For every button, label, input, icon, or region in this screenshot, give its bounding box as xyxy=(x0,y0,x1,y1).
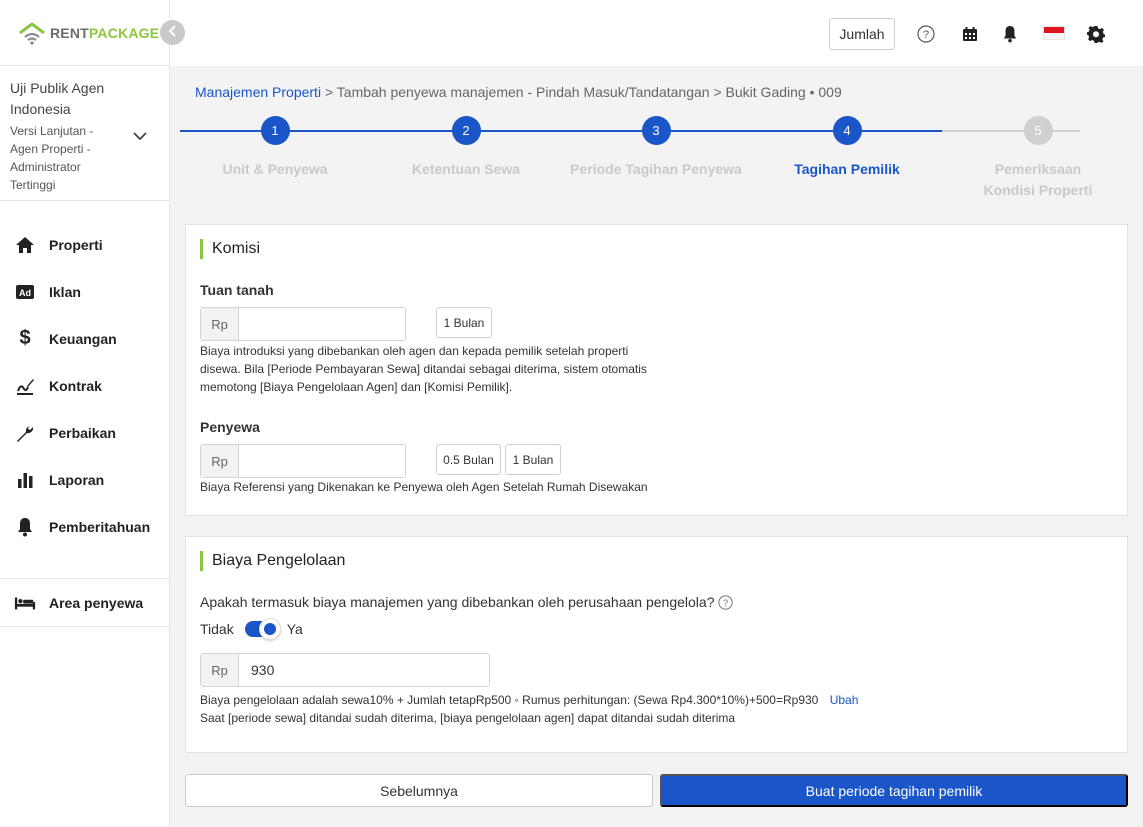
step-unit-penyewa[interactable]: 1 Unit & Penyewa xyxy=(180,116,370,180)
help-icon[interactable]: ? xyxy=(718,594,734,610)
breadcrumb-separator: > xyxy=(713,84,722,100)
landlord-1-bulan-button[interactable]: 1 Bulan xyxy=(436,307,492,338)
landlord-help-text: Biaya introduksi yang dibebankan oleh ag… xyxy=(200,344,647,394)
step-ketentuan-sewa[interactable]: 2 Ketentuan Sewa xyxy=(371,116,561,180)
management-fee-formula-line: Biaya pengelolaan adalah sewa10% + Jumla… xyxy=(200,691,1100,709)
commission-title: Komisi xyxy=(200,239,260,259)
currency-prefix: Rp xyxy=(201,445,239,477)
management-fee-question: Apakah termasuk biaya manajemen yang dib… xyxy=(200,594,734,610)
nav-item-laporan[interactable]: Laporan xyxy=(0,456,169,503)
contract-sign-icon xyxy=(14,376,36,396)
management-fee-formula: Biaya pengelolaan adalah sewa10% + Jumla… xyxy=(200,693,819,707)
breadcrumb-current: Bukit Gading • 009 xyxy=(725,84,842,100)
tenant-help-text: Biaya Referensi yang Dikenakan ke Penyew… xyxy=(200,480,648,494)
sidebar: RENTPACKAGE Uji Publik Agen Indonesia Ve… xyxy=(0,0,170,827)
main-nav: Properti Ad Iklan $ Keuangan Kontrak Per… xyxy=(0,201,169,627)
brand-name: RENTPACKAGE xyxy=(50,24,160,41)
breadcrumb-separator: > xyxy=(324,84,334,100)
logo[interactable]: RENTPACKAGE xyxy=(0,0,169,66)
toggle-on-label: Ya xyxy=(286,621,303,637)
sidebar-collapse-button[interactable] xyxy=(160,20,185,45)
tenant-commission-value xyxy=(239,445,251,477)
tenant-commission-input[interactable]: Rp xyxy=(200,444,406,478)
tenant-1-bulan-button[interactable]: 1 Bulan xyxy=(505,444,561,475)
chevron-down-icon[interactable] xyxy=(133,128,147,146)
ad-icon: Ad xyxy=(14,282,36,302)
wrench-icon xyxy=(14,423,36,443)
indonesia-flag-icon[interactable] xyxy=(1043,26,1065,40)
step-periode-tagihan-penyewa[interactable]: 3 Periode Tagihan Penyewa xyxy=(561,116,751,180)
help-icon[interactable]: ? xyxy=(916,24,936,44)
chevron-left-icon xyxy=(168,24,178,42)
bell-icon[interactable] xyxy=(1000,24,1020,44)
change-formula-link[interactable]: Ubah xyxy=(830,693,859,707)
house-icon xyxy=(14,235,36,255)
nav-item-perbaikan[interactable]: Perbaikan xyxy=(0,409,169,456)
breadcrumb: Manajemen Properti > Tambah penyewa mana… xyxy=(195,84,842,100)
user-role: Versi Lanjutan - Agen Properti - Adminis… xyxy=(10,124,94,192)
management-fee-title: Biaya Pengelolaan xyxy=(200,551,345,571)
nav-item-kontrak[interactable]: Kontrak xyxy=(0,362,169,409)
nav-item-area-penyewa[interactable]: Area penyewa xyxy=(0,579,169,627)
bed-icon xyxy=(14,593,36,613)
user-name: Uji Publik Agen Indonesia xyxy=(10,80,105,117)
progress-stepper: 1 Unit & Penyewa 2 Ketentuan Sewa 3 Peri… xyxy=(180,116,1092,206)
management-fee-toggle-row: Tidak Ya xyxy=(200,618,303,640)
tenant-label: Penyewa xyxy=(200,419,260,435)
currency-prefix: Rp xyxy=(201,308,239,340)
commission-card: Komisi Tuan tanah Rp 1 Bulan Biaya intro… xyxy=(185,224,1128,516)
previous-button[interactable]: Sebelumnya xyxy=(185,774,653,807)
nav-item-keuangan[interactable]: $ Keuangan xyxy=(0,315,169,362)
nav-item-pemberitahuan[interactable]: Pemberitahuan xyxy=(0,503,169,550)
dollar-icon: $ xyxy=(19,327,31,349)
svg-text:Ad: Ad xyxy=(19,288,31,298)
calendar-icon[interactable] xyxy=(960,24,980,44)
landlord-label: Tuan tanah xyxy=(200,282,274,298)
nav-item-iklan[interactable]: Ad Iklan xyxy=(0,268,169,315)
nav-item-properti[interactable]: Properti xyxy=(0,221,169,268)
step-tagihan-pemilik[interactable]: 4 Tagihan Pemilik xyxy=(752,116,942,180)
tenant-0-5-bulan-button[interactable]: 0.5 Bulan xyxy=(436,444,501,475)
management-fee-toggle[interactable] xyxy=(244,618,281,640)
currency-prefix: Rp xyxy=(201,654,239,686)
top-bar: Jumlah ? xyxy=(170,0,1143,66)
wifi-house-logo-icon xyxy=(18,21,46,45)
management-fee-note: Saat [periode sewa] ditandai sudah diter… xyxy=(200,711,736,725)
svg-text:?: ? xyxy=(723,597,728,607)
management-fee-card: Biaya Pengelolaan Apakah termasuk biaya … xyxy=(185,536,1128,753)
management-fee-value: 930 xyxy=(251,662,275,678)
jumlah-button[interactable]: Jumlah xyxy=(829,18,895,50)
bar-chart-icon xyxy=(14,470,36,490)
create-owner-billing-button[interactable]: Buat periode tagihan pemilik xyxy=(660,774,1128,807)
toggle-off-label: Tidak xyxy=(200,621,234,637)
step-pemeriksaan-kondisi-properti[interactable]: 5 Pemeriksaan Kondisi Properti xyxy=(943,116,1133,201)
management-fee-input[interactable]: Rp 930 xyxy=(200,653,490,687)
landlord-commission-value xyxy=(239,308,251,340)
user-switcher[interactable]: Uji Publik Agen Indonesia Versi Lanjutan… xyxy=(0,66,169,201)
breadcrumb-middle: Tambah penyewa manajemen - Pindah Masuk/… xyxy=(336,84,710,100)
toggle-knob xyxy=(258,618,281,640)
gear-icon[interactable] xyxy=(1086,24,1106,44)
svg-text:?: ? xyxy=(923,29,929,41)
landlord-commission-input[interactable]: Rp xyxy=(200,307,406,341)
breadcrumb-root[interactable]: Manajemen Properti xyxy=(195,84,321,100)
bell-icon xyxy=(14,517,36,537)
